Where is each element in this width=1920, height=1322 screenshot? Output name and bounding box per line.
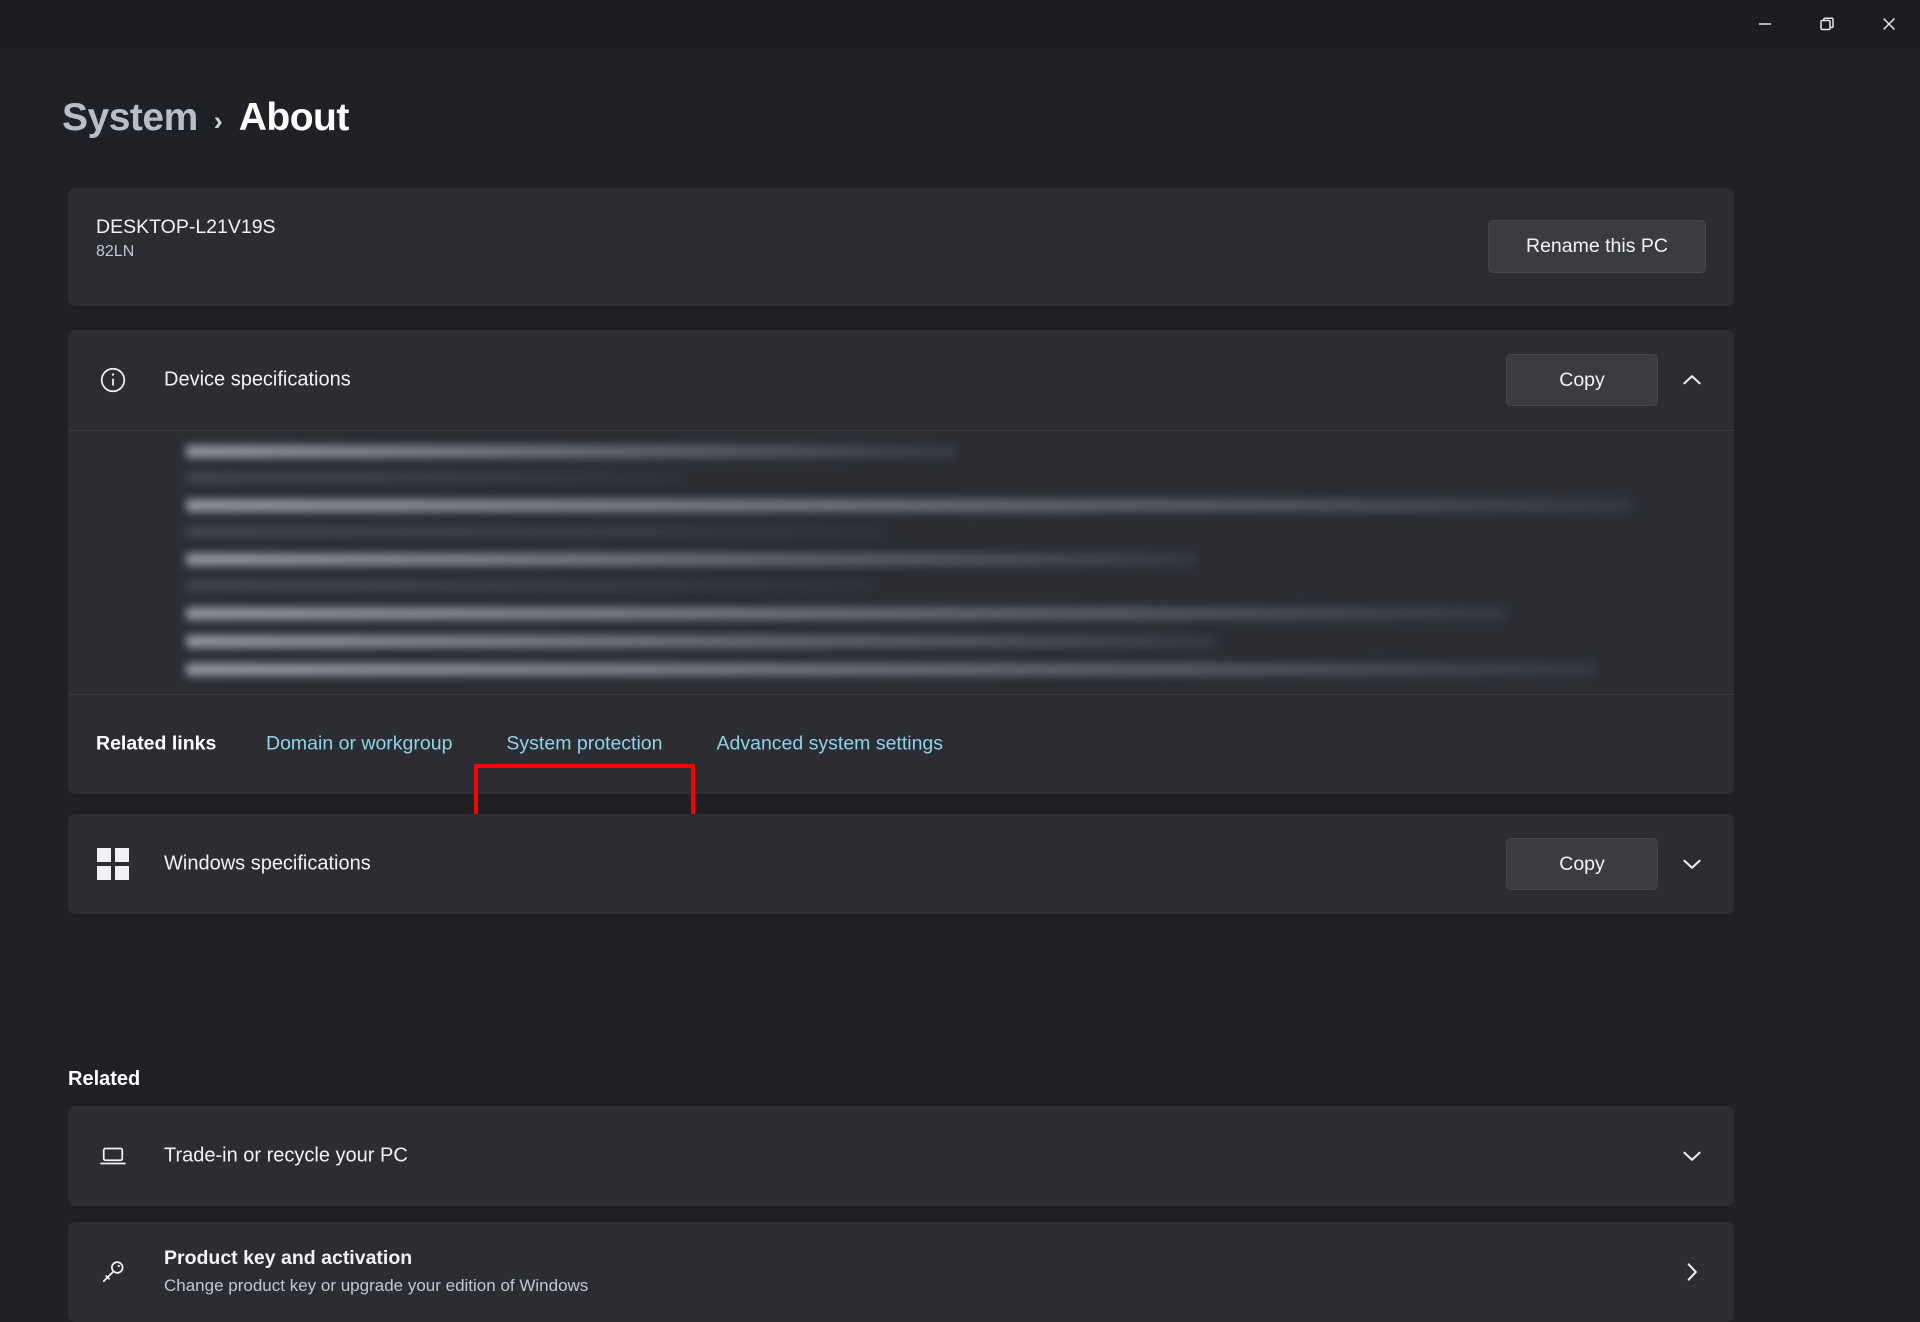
windows-logo-icon [96,847,130,881]
blurred-spec-line [186,581,876,590]
product-key-subtitle: Change product key or upgrade your editi… [164,1276,589,1296]
product-key-chevron-right-icon[interactable] [1670,1250,1714,1294]
device-specifications-header[interactable]: Device specifications Copy [68,330,1734,430]
restore-icon [1817,14,1837,34]
device-specifications-card: Device specifications Copy Related links… [68,330,1734,794]
windows-specifications-copy-button[interactable]: Copy [1506,838,1658,890]
related-links-list: Domain or workgroup System protection Adva… [266,733,943,756]
device-specifications-blurred-content [68,431,1734,694]
breadcrumb-parent[interactable]: System [62,96,198,140]
restore-button[interactable] [1796,0,1858,48]
key-icon [96,1255,130,1289]
blurred-spec-line [186,527,886,536]
related-links-row: Related links Domain or workgroup System … [68,694,1734,794]
related-link-system-protection[interactable]: System protection [482,733,686,756]
windows-specifications-chevron-down-icon[interactable] [1670,842,1714,886]
windows-specifications-header[interactable]: Windows specifications Copy [68,814,1734,914]
page-title: About [238,96,350,139]
device-specifications-chevron-up-icon[interactable] [1670,358,1714,402]
related-section-heading: Related [68,1068,141,1090]
settings-about-page: System › About DESKTOP-L21V19S 82LN Rena… [0,48,1920,1322]
title-bar [0,0,1920,48]
rename-this-pc-button[interactable]: Rename this PC [1488,220,1706,273]
breadcrumb-separator-icon: › [213,106,223,136]
trade-in-chevron-down-icon[interactable] [1670,1134,1714,1178]
laptop-icon [96,1139,130,1173]
device-specifications-copy-button[interactable]: Copy [1506,354,1658,406]
windows-specifications-card[interactable]: Windows specifications Copy [68,814,1734,914]
breadcrumb: System › About [62,96,349,140]
device-specifications-title: Device specifications [164,368,351,391]
trade-in-or-recycle-card[interactable]: Trade-in or recycle your PC [68,1106,1734,1206]
minimize-button[interactable] [1734,0,1796,48]
blurred-spec-line [186,635,1216,648]
close-button[interactable] [1858,0,1920,48]
related-links-label: Related links [96,732,217,755]
product-key-title: Product key and activation [164,1247,413,1269]
blurred-spec-line [186,499,1631,512]
trade-in-header[interactable]: Trade-in or recycle your PC [68,1106,1734,1206]
windows-specifications-title: Windows specifications [164,852,371,875]
close-icon [1879,14,1899,34]
trade-in-title: Trade-in or recycle your PC [164,1144,408,1167]
device-name: DESKTOP-L21V19S [96,216,276,238]
related-link-domain-or-workgroup[interactable]: Domain or workgroup [266,733,452,756]
blurred-spec-line [186,607,1506,620]
blurred-spec-line [186,553,1196,566]
related-link-advanced-system-settings[interactable]: Advanced system settings [717,733,944,756]
product-key-header[interactable]: Product key and activation Change produc… [68,1222,1734,1322]
device-name-block: DESKTOP-L21V19S 82LN [96,214,276,264]
blurred-spec-line [186,445,956,458]
blurred-spec-line [186,663,1596,676]
device-model: 82LN [96,243,135,261]
product-key-text-block: Product key and activation Change produc… [164,1246,588,1298]
product-key-and-activation-card[interactable]: Product key and activation Change produc… [68,1222,1734,1322]
minimize-icon [1755,14,1775,34]
blurred-spec-line [186,473,686,482]
device-name-card: DESKTOP-L21V19S 82LN Rename this PC [68,188,1734,306]
info-circle-icon [96,363,130,397]
